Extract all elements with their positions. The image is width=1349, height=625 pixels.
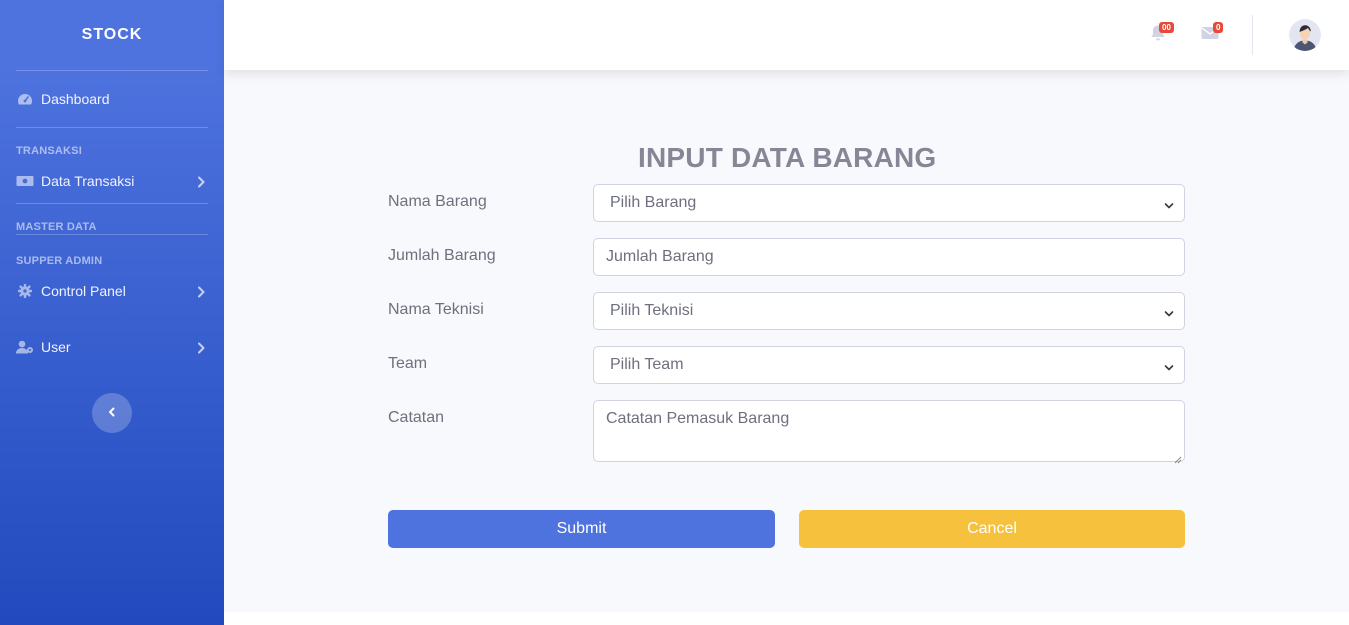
team-label: Team (388, 355, 428, 372)
chevron-right-icon (196, 341, 206, 354)
form-row-nama-barang: Nama Barang Pilih Barang (388, 184, 1185, 222)
cancel-button[interactable]: Cancel (799, 510, 1185, 548)
sidebar-item-data-transaksi[interactable]: Data Transaksi (0, 157, 224, 205)
nama-barang-label: Nama Barang (388, 193, 487, 210)
chevron-right-icon (196, 175, 206, 188)
sidebar-heading-master-data: MASTER DATA (16, 221, 97, 233)
resize-handle-icon[interactable] (1174, 451, 1182, 464)
topbar-divider (1252, 15, 1253, 55)
sidebar-item-dashboard[interactable]: Dashboard (0, 71, 224, 127)
jumlah-barang-placeholder: Jumlah Barang (606, 248, 714, 265)
catatan-placeholder: Catatan Pemasuk Barang (606, 410, 790, 427)
sidebar-toggle-button[interactable] (92, 393, 132, 433)
topbar: 00 0 (224, 0, 1349, 70)
jumlah-barang-label: Jumlah Barang (388, 247, 496, 264)
cog-icon (16, 284, 34, 298)
user-cog-icon (16, 340, 34, 354)
sidebar-divider (16, 127, 208, 128)
sidebar-item-label: Data Transaksi (41, 173, 135, 189)
sidebar-divider (16, 234, 208, 235)
money-bill-icon (16, 174, 34, 188)
chevron-down-icon (1164, 198, 1174, 209)
catatan-label: Catatan (388, 409, 445, 426)
sidebar-item-label: User (41, 339, 71, 355)
sidebar-heading-supper-admin: SUPPER ADMIN (16, 255, 103, 267)
form-row-jumlah-barang: Jumlah Barang Jumlah Barang (388, 238, 1185, 276)
nama-barang-select[interactable]: Pilih Barang (593, 184, 1185, 222)
chevron-down-icon (1164, 306, 1174, 317)
chevron-left-icon (108, 404, 116, 422)
sidebar-heading-transaksi: TRANSAKSI (16, 145, 82, 157)
form-row-catatan: Catatan Catatan Pemasuk Barang (388, 400, 1185, 464)
sidebar: STOCK Dashboard TRANSAKSI Data Transaksi… (0, 0, 224, 625)
form-row-team: Team Pilih Team (388, 346, 1185, 384)
nama-teknisi-label: Nama Teknisi (388, 301, 484, 318)
sidebar-item-control-panel[interactable]: Control Panel (0, 267, 224, 315)
main-content: INPUT DATA BARANG Nama Barang Pilih Bara… (224, 70, 1349, 612)
nama-teknisi-selected: Pilih Teknisi (610, 302, 694, 319)
alerts-count-badge: 00 (1159, 22, 1174, 33)
chevron-right-icon (196, 285, 206, 298)
sidebar-item-label: Dashboard (41, 91, 110, 107)
submit-button[interactable]: Submit (388, 510, 775, 548)
sidebar-item-user[interactable]: User (0, 315, 224, 379)
messages-count-badge: 0 (1213, 22, 1224, 33)
nama-barang-selected: Pilih Barang (610, 194, 697, 211)
form-row-nama-teknisi: Nama Teknisi Pilih Teknisi (388, 292, 1185, 330)
chevron-down-icon (1164, 360, 1174, 371)
team-selected: Pilih Team (610, 356, 684, 373)
catatan-textarea[interactable]: Catatan Pemasuk Barang (593, 400, 1185, 464)
alerts-button[interactable]: 00 (1150, 22, 1174, 44)
user-avatar[interactable] (1289, 19, 1321, 51)
messages-button[interactable]: 0 (1201, 22, 1224, 44)
tachometer-icon (16, 92, 34, 106)
page-title: INPUT DATA BARANG (638, 142, 937, 173)
team-select[interactable]: Pilih Team (593, 346, 1185, 384)
jumlah-barang-input[interactable]: Jumlah Barang (593, 238, 1185, 276)
brand-logo[interactable]: STOCK (0, 0, 224, 70)
nama-teknisi-select[interactable]: Pilih Teknisi (593, 292, 1185, 330)
sidebar-item-label: Control Panel (41, 283, 126, 299)
